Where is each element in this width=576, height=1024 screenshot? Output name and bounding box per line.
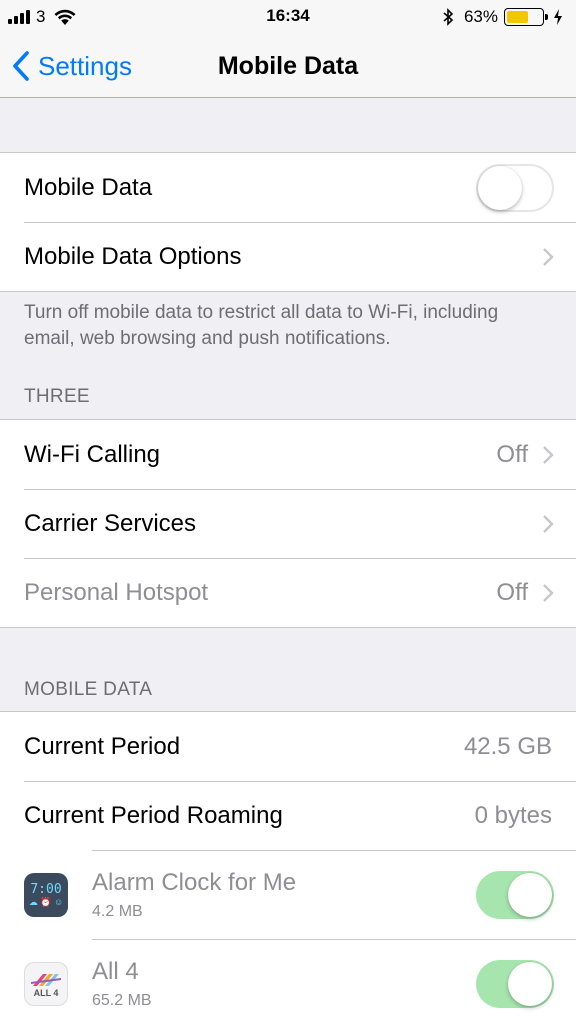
app-name: Alarm Clock for Me: [92, 868, 297, 896]
mobile-data-label: Mobile Data: [24, 173, 153, 201]
chevron-right-icon: [543, 514, 554, 533]
app-data-size: 65.2 MB: [92, 991, 152, 1009]
navigation-bar: Settings Mobile Data: [0, 34, 576, 98]
app-row-all4: ALL 4 All 4 65.2 MB: [0, 939, 576, 1024]
battery-level-fill: [507, 11, 529, 23]
chevron-right-icon: [543, 445, 554, 464]
mobile-data-options-label: Mobile Data Options: [24, 242, 242, 270]
mobile-data-options-row[interactable]: Mobile Data Options: [0, 222, 576, 291]
current-period-label: Current Period: [24, 732, 181, 760]
mobile-data-footer: Turn off mobile data to restrict all dat…: [24, 302, 499, 349]
roaming-value: 0 bytes: [474, 801, 552, 829]
charging-bolt-icon: [554, 9, 562, 25]
status-bar: 3 16:34 63%: [0, 0, 576, 34]
roaming-row: Current Period Roaming 0 bytes: [0, 781, 576, 850]
roaming-label: Current Period Roaming: [24, 801, 283, 829]
bluetooth-icon: [443, 8, 454, 26]
carrier-section-header: THREE: [24, 386, 90, 407]
carrier-services-row[interactable]: Carrier Services: [0, 489, 576, 558]
app-data-size: 4.2 MB: [92, 902, 143, 920]
personal-hotspot-row[interactable]: Personal Hotspot Off: [0, 558, 576, 627]
wifi-calling-value: Off: [496, 440, 528, 468]
battery-icon: [504, 8, 548, 26]
all4-logo-text: ALL 4: [33, 987, 59, 998]
switch-knob: [478, 165, 522, 210]
alarm-clock-app-icon: 7:00 ☁ ⏰ ☺: [24, 872, 68, 917]
alarm-clock-data-switch[interactable]: [476, 870, 554, 919]
battery-percentage: 63%: [463, 7, 498, 26]
alarm-bell-glyphs: ☁ ⏰ ☺: [28, 896, 64, 907]
mobile-data-row: Mobile Data: [0, 153, 576, 222]
page-title: Mobile Data: [217, 52, 359, 80]
personal-hotspot-label: Personal Hotspot: [24, 578, 209, 606]
usage-section-header: MOBILE DATA: [24, 679, 153, 700]
switch-knob: [508, 961, 552, 1006]
switch-knob: [508, 872, 552, 917]
all4-data-switch[interactable]: [476, 959, 554, 1008]
mobile-data-group: Mobile Data Mobile Data Options: [0, 152, 576, 292]
chevron-right-icon: [543, 583, 554, 602]
mobile-data-switch[interactable]: [476, 163, 554, 212]
app-name: All 4: [92, 957, 139, 985]
current-period-value: 42.5 GB: [463, 732, 552, 760]
alarm-time-text: 7:00: [30, 881, 62, 897]
app-row-alarm-clock: 7:00 ☁ ⏰ ☺ Alarm Clock for Me 4.2 MB: [0, 850, 576, 939]
personal-hotspot-value: Off: [496, 578, 528, 606]
wifi-calling-row[interactable]: Wi-Fi Calling Off: [0, 420, 576, 489]
usage-group: Current Period 42.5 GB Current Period Ro…: [0, 711, 576, 1024]
carrier-services-label: Carrier Services: [24, 509, 197, 537]
current-period-row: Current Period 42.5 GB: [0, 712, 576, 781]
carrier-group: Wi-Fi Calling Off Carrier Services Perso…: [0, 419, 576, 628]
all4-app-icon: ALL 4: [24, 961, 68, 1006]
wifi-calling-label: Wi-Fi Calling: [24, 440, 161, 468]
all4-logo-icon: [31, 973, 61, 986]
chevron-right-icon: [543, 247, 554, 266]
